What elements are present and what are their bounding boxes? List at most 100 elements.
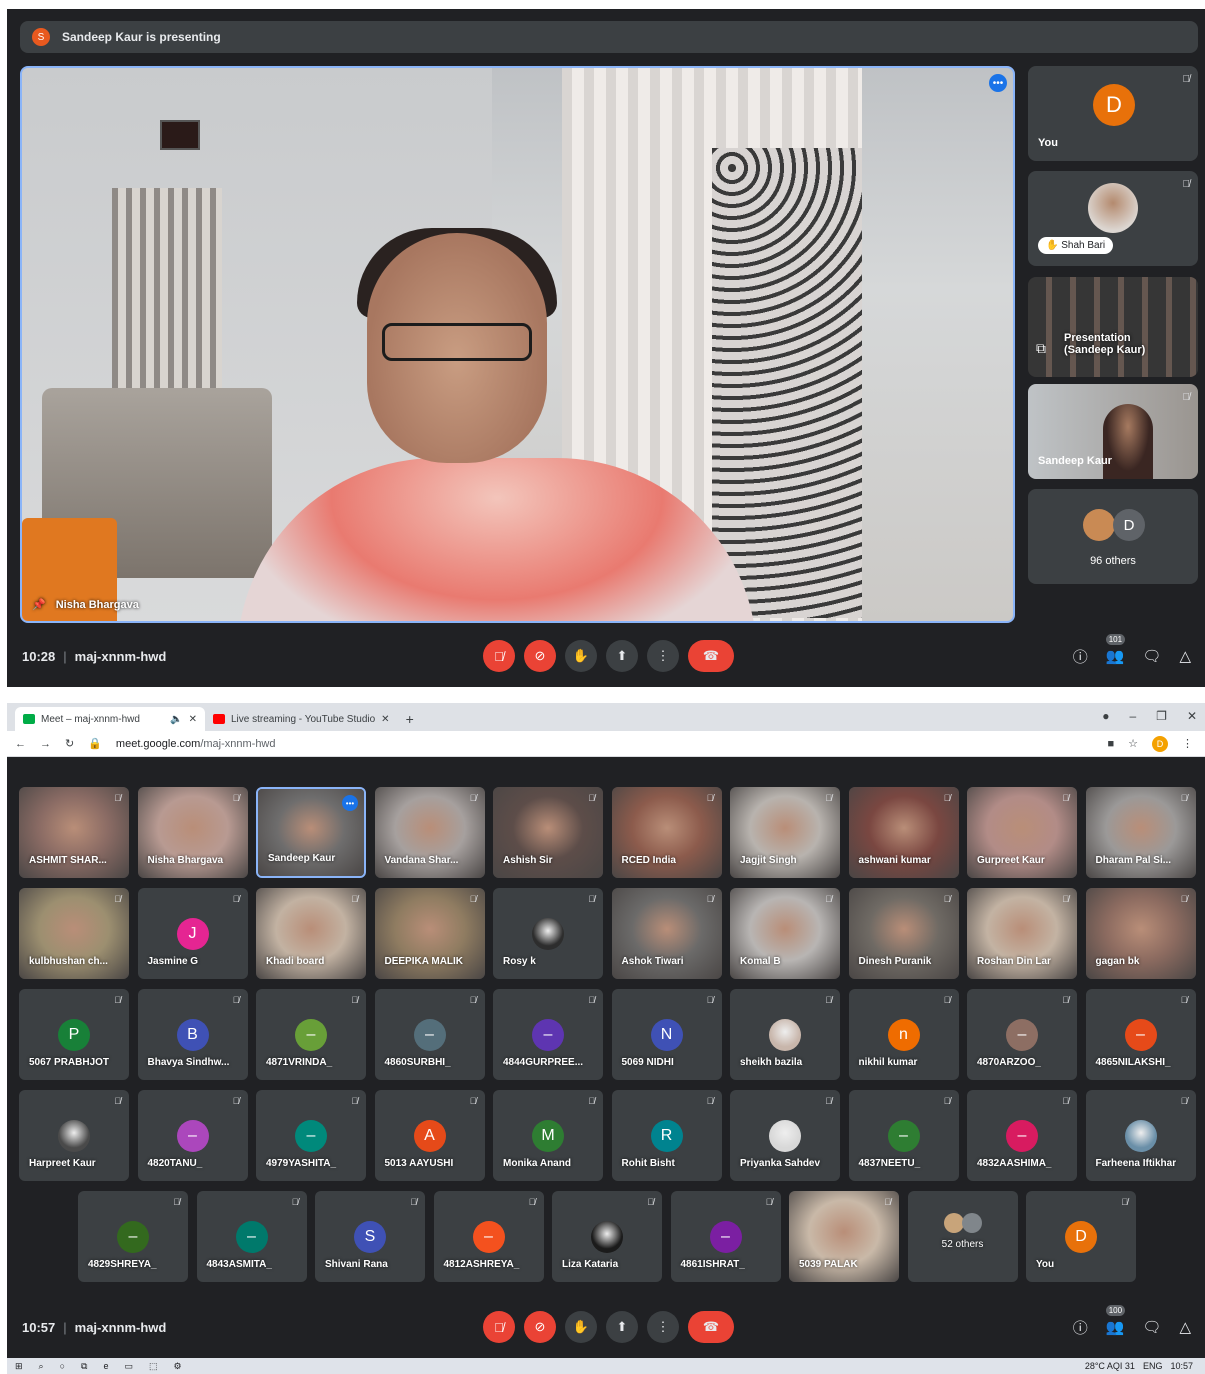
- participant-tile[interactable]: 🎙̸ sheikh bazila: [730, 989, 840, 1080]
- participant-tile[interactable]: 🎙̸ Ashish Sir: [493, 787, 603, 878]
- minimize-icon[interactable]: –: [1129, 709, 1136, 723]
- mic-toggle-button[interactable]: 🎙̸: [483, 1311, 515, 1343]
- info-icon[interactable]: ⓘ: [1073, 646, 1088, 667]
- participant-tile[interactable]: – 🎙̸ 4820TANU_: [137, 1090, 248, 1181]
- bookmark-star-icon[interactable]: ☆: [1128, 737, 1138, 750]
- tab-close-icon[interactable]: ✕: [189, 714, 197, 725]
- participant-tile[interactable]: 🎙̸ Dinesh Puranik: [848, 888, 959, 979]
- present-button[interactable]: ⬆: [606, 1311, 638, 1343]
- store-icon[interactable]: ⬚: [149, 1361, 158, 1372]
- end-call-button[interactable]: ☎: [688, 1311, 734, 1343]
- side-tile-you[interactable]: D 🎙̸ You: [1028, 66, 1198, 161]
- task-view-icon[interactable]: ⧉: [81, 1361, 87, 1372]
- side-tile-others[interactable]: D 96 others: [1028, 489, 1198, 584]
- participant-tile[interactable]: 🎙̸ ASHMIT SHAR...: [19, 787, 129, 878]
- participant-tile[interactable]: n 🎙̸ nikhil kumar: [848, 989, 959, 1080]
- participant-tile[interactable]: 52 others: [907, 1191, 1018, 1282]
- tab-youtube[interactable]: Live streaming - YouTube Studio ✕: [205, 707, 398, 731]
- audio-icon[interactable]: 🔈: [170, 714, 182, 725]
- settings-icon[interactable]: ⚙: [174, 1361, 182, 1372]
- participant-tile[interactable]: – 🎙̸ 4979YASHITA_: [256, 1090, 366, 1181]
- participant-tile[interactable]: D 🎙̸ You: [1026, 1191, 1136, 1282]
- participant-tile[interactable]: 🎙̸ Gurpreet Kaur: [967, 787, 1077, 878]
- participant-tile[interactable]: 🎙̸ Roshan Din Lar: [967, 888, 1077, 979]
- new-tab-icon[interactable]: +: [398, 711, 422, 731]
- participant-tile[interactable]: 🎙̸ Priyanka Sahdev: [730, 1090, 840, 1181]
- participant-tile[interactable]: R 🎙̸ Rohit Bisht: [611, 1090, 722, 1181]
- people-icon[interactable]: 👥 101: [1105, 634, 1126, 665]
- tab-close-icon[interactable]: ✕: [381, 714, 389, 725]
- participant-tile[interactable]: J 🎙̸ Jasmine G: [137, 888, 248, 979]
- raise-hand-button[interactable]: ✋: [565, 640, 597, 672]
- participant-tile[interactable]: – 🎙̸ 4843ASMITA_: [196, 1191, 307, 1282]
- record-icon[interactable]: ●: [1102, 709, 1109, 723]
- participant-tile[interactable]: M 🎙̸ Monika Anand: [493, 1090, 603, 1181]
- profile-avatar[interactable]: D: [1152, 735, 1168, 752]
- participant-tile[interactable]: B 🎙̸ Bhavya Sindhw...: [137, 989, 248, 1080]
- participant-tile[interactable]: 🎙̸ kulbhushan ch...: [19, 888, 129, 979]
- participant-tile[interactable]: 🎙̸ Khadi board: [256, 888, 366, 979]
- participant-tile[interactable]: 🎙̸ 5039 PALAK: [789, 1191, 899, 1282]
- participant-tile[interactable]: 🎙̸ Ashok Tiwari: [611, 888, 722, 979]
- weather[interactable]: 28°C AQI 31: [1085, 1361, 1135, 1371]
- participant-tile[interactable]: P 🎙̸ 5067 PRABHJOT: [19, 989, 129, 1080]
- participant-tile[interactable]: 🎙̸ Nisha Bhargava: [137, 787, 248, 878]
- main-speaker-video[interactable]: ••• 📌 Nisha Bhargava: [20, 66, 1015, 623]
- camera-indicator-icon[interactable]: ■: [1107, 738, 1114, 750]
- participant-tile[interactable]: 🎙̸ Jagjit Singh: [730, 787, 840, 878]
- side-tile-presentation[interactable]: ⧉ Presentation (Sandeep Kaur): [1028, 277, 1198, 377]
- participant-tile[interactable]: – 🎙̸ 4860SURBHI_: [374, 989, 485, 1080]
- maximize-icon[interactable]: ❐: [1156, 709, 1167, 723]
- participant-tile[interactable]: 🎙̸ Komal B: [730, 888, 840, 979]
- url-field[interactable]: meet.google.com/maj-xnnm-hwd: [116, 738, 276, 750]
- camera-toggle-button[interactable]: ⊘: [524, 1311, 556, 1343]
- start-icon[interactable]: ⊞: [15, 1361, 23, 1372]
- participant-tile[interactable]: 🎙̸ Dharam Pal Si...: [1085, 787, 1196, 878]
- activities-icon[interactable]: △: [1179, 1318, 1191, 1336]
- more-options-button[interactable]: ⋮: [647, 640, 679, 672]
- participant-tile[interactable]: – 🎙̸ 4865NILAKSHI_: [1085, 989, 1196, 1080]
- participant-tile[interactable]: – 🎙̸ 4870ARZOO_: [967, 989, 1077, 1080]
- clock[interactable]: 10:57: [1170, 1361, 1193, 1371]
- edge-icon[interactable]: e: [103, 1361, 108, 1372]
- participant-tile[interactable]: 🎙̸ Vandana Shar...: [374, 787, 485, 878]
- chat-icon[interactable]: 🗨: [1142, 647, 1161, 665]
- activities-icon[interactable]: △: [1179, 647, 1191, 665]
- more-options-icon[interactable]: •••: [342, 795, 358, 811]
- language[interactable]: ENG: [1143, 1361, 1163, 1371]
- participant-tile[interactable]: 🎙̸ Harpreet Kaur: [19, 1090, 129, 1181]
- participant-tile[interactable]: A 🎙̸ 5013 AAYUSHI: [374, 1090, 485, 1181]
- camera-toggle-button[interactable]: ⊘: [524, 640, 556, 672]
- end-call-button[interactable]: ☎: [688, 640, 734, 672]
- search-icon[interactable]: ⌕: [39, 1361, 44, 1372]
- participant-tile[interactable]: 🎙̸ gagan bk: [1085, 888, 1196, 979]
- side-tile-shah-bari[interactable]: 🎙̸ ✋ Shah Bari: [1028, 171, 1198, 266]
- participant-tile[interactable]: S 🎙̸ Shivani Rana: [315, 1191, 425, 1282]
- participant-tile[interactable]: – 🎙̸ 4829SHREYA_: [78, 1191, 188, 1282]
- participant-tile[interactable]: – 🎙̸ 4861ISHRAT_: [670, 1191, 781, 1282]
- more-options-icon[interactable]: •••: [989, 74, 1007, 92]
- file-explorer-icon[interactable]: ▭: [124, 1361, 133, 1372]
- participant-tile[interactable]: – 🎙̸ 4812ASHREYA_: [433, 1191, 544, 1282]
- side-tile-sandeep-kaur[interactable]: 🎙̸ Sandeep Kaur: [1028, 384, 1198, 479]
- participant-tile[interactable]: 🎙̸ RCED India: [611, 787, 722, 878]
- reload-icon[interactable]: ↻: [65, 737, 74, 750]
- participant-tile[interactable]: 🎙̸ DEEPIKA MALIK: [374, 888, 485, 979]
- forward-icon[interactable]: →: [40, 738, 51, 750]
- more-options-button[interactable]: ⋮: [647, 1311, 679, 1343]
- participant-tile[interactable]: – 🎙̸ 4871VRINDA_: [256, 989, 366, 1080]
- participant-tile[interactable]: 🎙̸ Rosy k: [493, 888, 603, 979]
- pin-icon[interactable]: 📌: [32, 598, 46, 611]
- menu-icon[interactable]: ⋮: [1182, 737, 1193, 750]
- info-icon[interactable]: ⓘ: [1073, 1317, 1088, 1338]
- participant-tile[interactable]: – 🎙̸ 4844GURPREE...: [493, 989, 603, 1080]
- tab-meet[interactable]: Meet – maj-xnnm-hwd 🔈 ✕: [15, 707, 205, 731]
- participant-tile[interactable]: 🎙̸ Liza Kataria: [552, 1191, 662, 1282]
- participant-tile[interactable]: N 🎙̸ 5069 NIDHI: [611, 989, 722, 1080]
- participant-tile[interactable]: – 🎙̸ 4837NEETU_: [848, 1090, 959, 1181]
- present-button[interactable]: ⬆: [606, 640, 638, 672]
- participant-tile[interactable]: 🎙̸ ashwani kumar: [848, 787, 959, 878]
- raise-hand-button[interactable]: ✋: [565, 1311, 597, 1343]
- participant-tile[interactable]: 🎙̸ Farheena Iftikhar: [1085, 1090, 1196, 1181]
- mic-toggle-button[interactable]: 🎙̸: [483, 640, 515, 672]
